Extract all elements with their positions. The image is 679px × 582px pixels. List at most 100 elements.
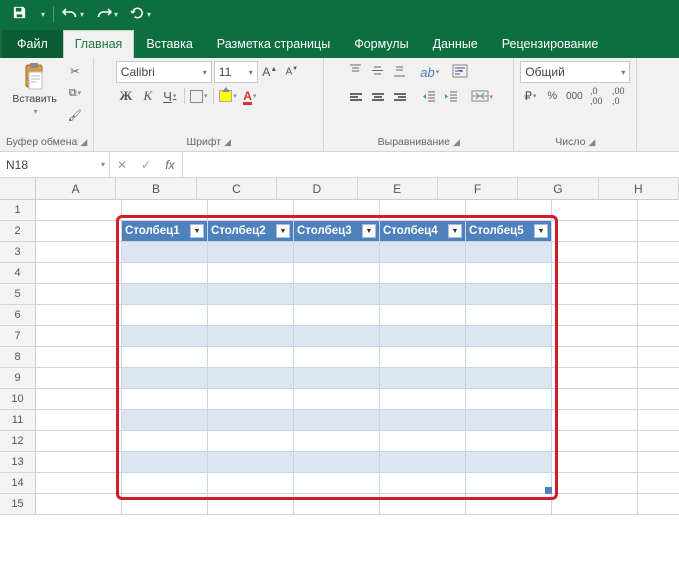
chevron-down-icon[interactable]: ▾ <box>147 10 151 19</box>
cell[interactable] <box>552 452 638 473</box>
format-painter-button[interactable]: 🖌 <box>65 105 85 125</box>
column-header[interactable]: E <box>358 178 438 200</box>
cell[interactable] <box>36 431 122 452</box>
cell[interactable] <box>36 368 122 389</box>
table-cell[interactable] <box>294 431 380 452</box>
table-cell[interactable] <box>294 473 380 494</box>
cell[interactable] <box>552 389 638 410</box>
increase-decimal-button[interactable]: ,0,00 <box>586 86 606 106</box>
cell[interactable] <box>552 326 638 347</box>
cell[interactable] <box>638 284 679 305</box>
filter-dropdown-button[interactable]: ▼ <box>534 224 548 238</box>
cell[interactable] <box>466 200 552 221</box>
cell[interactable] <box>638 347 679 368</box>
dialog-launcher-icon[interactable]: ◢ <box>224 137 231 148</box>
table-cell[interactable] <box>294 263 380 284</box>
table-cell[interactable] <box>122 431 208 452</box>
row-header[interactable]: 10 <box>0 389 36 410</box>
table-cell[interactable] <box>122 347 208 368</box>
percent-format-button[interactable]: % <box>542 86 562 106</box>
row-header[interactable]: 4 <box>0 263 36 284</box>
font-name-combo[interactable]: Calibri▾ <box>116 61 212 83</box>
cell[interactable] <box>552 284 638 305</box>
select-all-button[interactable] <box>0 178 36 200</box>
align-right-button[interactable] <box>390 87 410 107</box>
comma-format-button[interactable]: 000 <box>564 86 584 106</box>
table-header-cell[interactable]: Столбец5▼ <box>466 221 552 242</box>
cell[interactable] <box>638 326 679 347</box>
cut-button[interactable]: ✂ <box>65 61 85 81</box>
row-header[interactable]: 7 <box>0 326 36 347</box>
filter-dropdown-button[interactable]: ▼ <box>362 224 376 238</box>
table-cell[interactable] <box>294 347 380 368</box>
table-cell[interactable] <box>466 368 552 389</box>
chevron-down-icon[interactable]: ▾ <box>41 10 45 19</box>
cell[interactable] <box>380 494 466 515</box>
table-cell[interactable] <box>380 347 466 368</box>
table-cell[interactable] <box>466 284 552 305</box>
cell[interactable] <box>36 452 122 473</box>
row-header[interactable]: 5 <box>0 284 36 305</box>
table-cell[interactable] <box>294 389 380 410</box>
table-cell[interactable] <box>208 242 294 263</box>
dialog-launcher-icon[interactable]: ◢ <box>453 137 460 148</box>
table-cell[interactable] <box>208 431 294 452</box>
cell[interactable] <box>552 431 638 452</box>
column-header[interactable]: A <box>36 178 116 200</box>
cell[interactable] <box>638 410 679 431</box>
tab-data[interactable]: Данные <box>421 30 490 58</box>
cell[interactable] <box>638 452 679 473</box>
table-cell[interactable] <box>294 242 380 263</box>
redo-button[interactable]: ▾ <box>90 0 124 28</box>
column-header[interactable]: C <box>197 178 277 200</box>
cell[interactable] <box>294 494 380 515</box>
row-header[interactable]: 1 <box>0 200 36 221</box>
cell[interactable] <box>638 242 679 263</box>
tab-file[interactable]: Файл <box>2 30 63 58</box>
font-size-combo[interactable]: 11▾ <box>214 61 258 83</box>
table-resize-handle[interactable] <box>545 487 552 494</box>
chevron-down-icon[interactable]: ▾ <box>34 107 38 116</box>
table-cell[interactable] <box>466 305 552 326</box>
cell[interactable] <box>36 410 122 431</box>
cell[interactable] <box>294 200 380 221</box>
repeat-button[interactable]: ▾ <box>124 0 157 28</box>
cell[interactable] <box>552 473 638 494</box>
tab-review[interactable]: Рецензирование <box>490 30 611 58</box>
table-cell[interactable] <box>294 368 380 389</box>
table-cell[interactable] <box>208 452 294 473</box>
cell[interactable] <box>552 347 638 368</box>
cell[interactable] <box>552 221 638 242</box>
cell[interactable] <box>36 221 122 242</box>
table-cell[interactable] <box>122 284 208 305</box>
table-cell[interactable] <box>208 410 294 431</box>
column-header[interactable]: D <box>277 178 357 200</box>
table-cell[interactable] <box>380 389 466 410</box>
save-button[interactable] <box>6 0 33 28</box>
cell[interactable] <box>36 200 122 221</box>
italic-button[interactable]: К <box>138 86 158 106</box>
cell[interactable] <box>638 389 679 410</box>
table-cell[interactable] <box>208 263 294 284</box>
tab-formulas[interactable]: Формулы <box>342 30 420 58</box>
row-header[interactable]: 3 <box>0 242 36 263</box>
table-cell[interactable] <box>466 452 552 473</box>
cell[interactable] <box>552 410 638 431</box>
table-cell[interactable] <box>208 473 294 494</box>
filter-dropdown-button[interactable]: ▼ <box>190 224 204 238</box>
tab-page-layout[interactable]: Разметка страницы <box>205 30 342 58</box>
copy-button[interactable]: ⧉▾ <box>65 83 85 103</box>
table-cell[interactable] <box>294 326 380 347</box>
table-cell[interactable] <box>208 284 294 305</box>
paste-button[interactable]: Вставить ▾ <box>8 61 61 118</box>
table-header-cell[interactable]: Столбец3▼ <box>294 221 380 242</box>
cell[interactable] <box>36 494 122 515</box>
table-cell[interactable] <box>122 410 208 431</box>
number-format-combo[interactable]: Общий▾ <box>520 61 630 83</box>
row-header[interactable]: 15 <box>0 494 36 515</box>
cell[interactable] <box>638 431 679 452</box>
cell[interactable] <box>36 263 122 284</box>
table-header-cell[interactable]: Столбец1▼ <box>122 221 208 242</box>
table-cell[interactable] <box>380 326 466 347</box>
font-color-button[interactable]: А▾ <box>240 86 260 106</box>
